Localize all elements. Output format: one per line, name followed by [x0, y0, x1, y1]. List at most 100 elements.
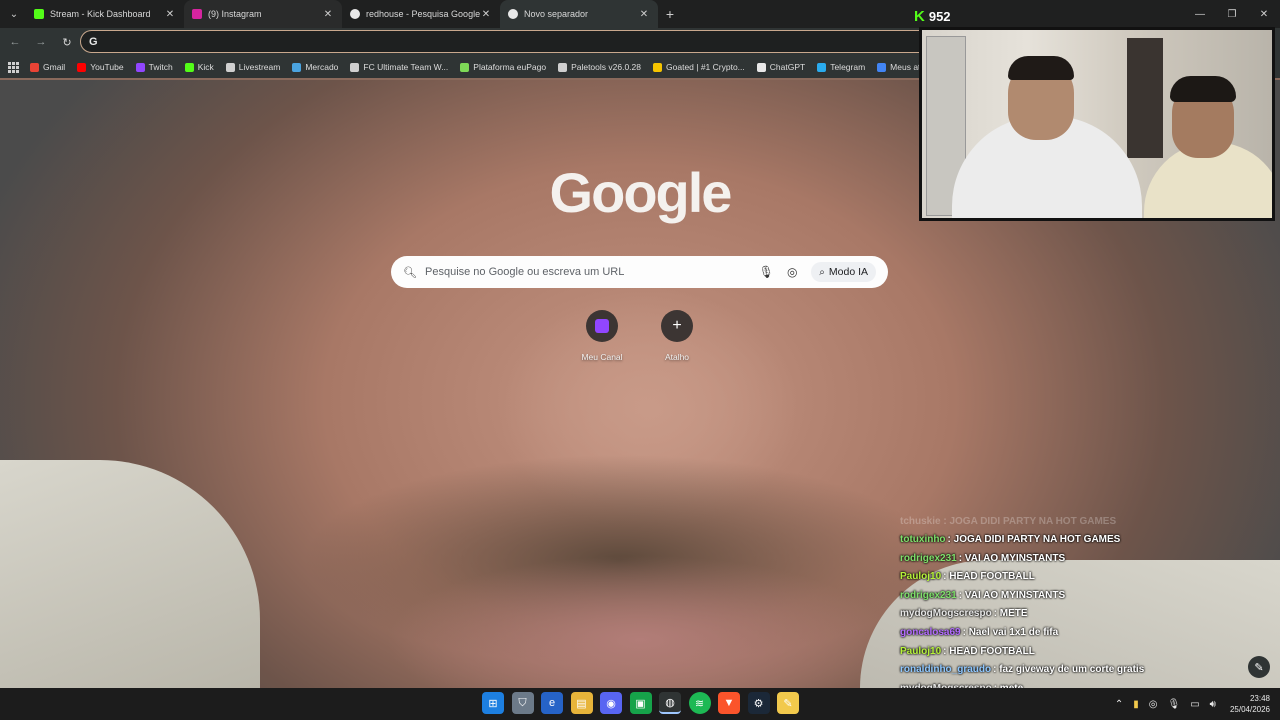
- bookmark-favicon-icon: [292, 62, 302, 72]
- bookmark-item[interactable]: Mercado: [292, 62, 338, 72]
- shortcut-icon-circle: [586, 310, 618, 342]
- brave-icon[interactable]: ▼: [718, 692, 740, 714]
- microphone-icon[interactable]: 🎙︎: [757, 265, 775, 279]
- instagram-icon: [192, 9, 202, 19]
- file-explorer-icon[interactable]: ▤: [570, 692, 593, 714]
- chat-message: totuxinho: JOGA DIDI PARTY NA HOT GAMES: [900, 534, 1270, 553]
- security-shield-icon[interactable]: ⛉: [511, 692, 534, 714]
- bookmark-item[interactable]: ChatGPT: [756, 62, 805, 72]
- chat-text: : faz giveway de um corte gratis: [993, 664, 1145, 676]
- chrome-icon[interactable]: ◍: [659, 692, 681, 714]
- steam-icon[interactable]: ⚙: [747, 692, 770, 714]
- bookmark-favicon-icon: [558, 62, 568, 72]
- close-icon[interactable]: ✕: [638, 9, 650, 20]
- bookmark-item[interactable]: Paletools v26.0.28: [558, 62, 641, 72]
- new-tab-button[interactable]: +: [658, 6, 682, 22]
- bookmark-label: FC Ultimate Team W...: [363, 62, 449, 72]
- close-window-button[interactable]: ✕: [1248, 0, 1280, 28]
- close-icon[interactable]: ✕: [480, 9, 492, 20]
- tab-strip: ⌄ Stream - Kick Dashboard ✕ (9) Instagra…: [0, 0, 1280, 28]
- chat-text: : VAI AO MYINSTANTS: [958, 552, 1066, 564]
- tab-search-button[interactable]: ⌄: [2, 4, 26, 24]
- window-controls: — ❐ ✕: [1184, 0, 1280, 28]
- bookmark-label: Paletools v26.0.28: [571, 62, 642, 72]
- edge-icon[interactable]: e: [541, 692, 563, 714]
- display-tray-icon[interactable]: ▭: [1190, 699, 1199, 710]
- spotify-icon[interactable]: ≋: [688, 692, 711, 714]
- chat-message: mydogMogscrespo: METE: [900, 608, 1270, 627]
- bookmark-label: Livestream: [238, 62, 281, 72]
- google-icon: [350, 9, 360, 19]
- bookmark-item[interactable]: YouTube: [77, 62, 124, 72]
- google-icon: G: [89, 35, 98, 48]
- windows-start-icon[interactable]: ⊞: [482, 692, 504, 714]
- chat-username: ronaldinho_graudo: [900, 664, 992, 676]
- notes-app-icon[interactable]: ✎: [777, 692, 799, 714]
- chat-text: : VAI AO MYINSTANTS: [958, 589, 1066, 601]
- volume-icon[interactable]: 🔊︎: [1210, 699, 1216, 710]
- tab-title: Novo separador: [524, 9, 589, 19]
- google-search-box[interactable]: 🔍︎ 🎙︎ ◎ ⌕ Modo IA: [391, 256, 888, 288]
- bookmark-item[interactable]: Livestream: [225, 62, 281, 72]
- bookmark-label: YouTube: [90, 62, 124, 72]
- bookmark-item[interactable]: Twitch: [135, 62, 173, 72]
- chat-message: Pauloj10: HEAD FOOTBALL: [900, 646, 1270, 665]
- chat-username: Pauloj10: [900, 571, 942, 583]
- address-input[interactable]: [105, 35, 806, 48]
- bookmark-item[interactable]: Goated | #1 Crypto...: [653, 62, 745, 72]
- tab-kick-dashboard[interactable]: Stream - Kick Dashboard ✕: [26, 0, 184, 28]
- pencil-icon: ✎: [1254, 661, 1264, 674]
- system-tray: ⌃ ▮ ◎ 🎙︎ ▭ 🔊︎ 23:48 25/04/2026: [1115, 688, 1270, 720]
- reload-button[interactable]: ↻: [56, 31, 78, 53]
- chat-faded-message: tchuskie : JOGA DIDI PARTY NA HOT GAMES: [900, 516, 1117, 527]
- bookmark-favicon-icon: [653, 62, 663, 72]
- discord-icon[interactable]: ◉: [600, 692, 622, 714]
- bookmark-favicon-icon: [184, 62, 194, 72]
- shortcut-atalho[interactable]: + Atalho: [647, 310, 707, 362]
- bookmark-favicon-icon: [350, 62, 360, 72]
- apps-grid-icon[interactable]: [6, 60, 20, 74]
- tab-google-search[interactable]: redhouse - Pesquisa Google ✕: [342, 0, 500, 28]
- customize-button[interactable]: ✎: [1248, 656, 1270, 678]
- arrow-left-icon: ←: [9, 36, 21, 48]
- arrow-right-icon: →: [35, 36, 47, 48]
- chat-username: goncalosa69: [900, 626, 961, 638]
- modo-ia-button[interactable]: ⌕ Modo IA: [811, 262, 876, 282]
- back-button[interactable]: ←: [4, 31, 26, 53]
- clock[interactable]: 23:48 25/04/2026: [1230, 693, 1270, 715]
- close-icon[interactable]: ✕: [164, 9, 176, 20]
- microphone-tray-icon[interactable]: 🎙︎: [1167, 699, 1180, 710]
- kick-icon: K: [914, 8, 925, 25]
- chat-username: rodrigex231: [900, 552, 957, 564]
- folder-tray-icon[interactable]: ▮: [1133, 699, 1139, 710]
- app-green-icon[interactable]: ▣: [629, 692, 652, 714]
- search-input[interactable]: [425, 266, 750, 278]
- bookmark-item[interactable]: FC Ultimate Team W...: [350, 62, 448, 72]
- tab-instagram[interactable]: (9) Instagram ✕: [184, 0, 342, 28]
- viewer-count: K 952: [914, 8, 951, 25]
- bookmark-favicon-icon: [817, 62, 827, 72]
- bookmark-item[interactable]: Kick: [184, 62, 214, 72]
- bookmark-item[interactable]: Gmail: [30, 62, 65, 72]
- cam-person-left-hair: [1008, 56, 1074, 80]
- shortcut-icon-circle: +: [661, 310, 693, 342]
- shortcut-label: Atalho: [664, 352, 690, 362]
- bookmark-item[interactable]: Telegram: [817, 62, 865, 72]
- camera-search-icon[interactable]: ◎: [783, 265, 801, 279]
- chevron-up-icon[interactable]: ⌃: [1115, 699, 1123, 710]
- forward-button[interactable]: →: [30, 31, 52, 53]
- close-icon[interactable]: ✕: [322, 9, 334, 20]
- address-bar[interactable]: G: [80, 30, 940, 53]
- plus-icon: +: [672, 317, 682, 334]
- network-tray-icon[interactable]: ◎: [1149, 699, 1158, 710]
- bookmark-item[interactable]: Plataforma euPago: [460, 62, 546, 72]
- bookmark-favicon-icon: [756, 62, 766, 72]
- bookmark-label: Twitch: [148, 62, 173, 72]
- tab-new-tab[interactable]: Novo separador ✕: [500, 0, 658, 28]
- minimize-button[interactable]: —: [1184, 0, 1216, 28]
- bookmark-favicon-icon: [30, 62, 39, 72]
- shortcut-label: Meu Canal: [581, 352, 623, 362]
- chat-text: : HEAD FOOTBALL: [943, 571, 1035, 583]
- shortcut-meu-canal[interactable]: Meu Canal: [572, 310, 632, 362]
- maximize-button[interactable]: ❐: [1216, 0, 1248, 28]
